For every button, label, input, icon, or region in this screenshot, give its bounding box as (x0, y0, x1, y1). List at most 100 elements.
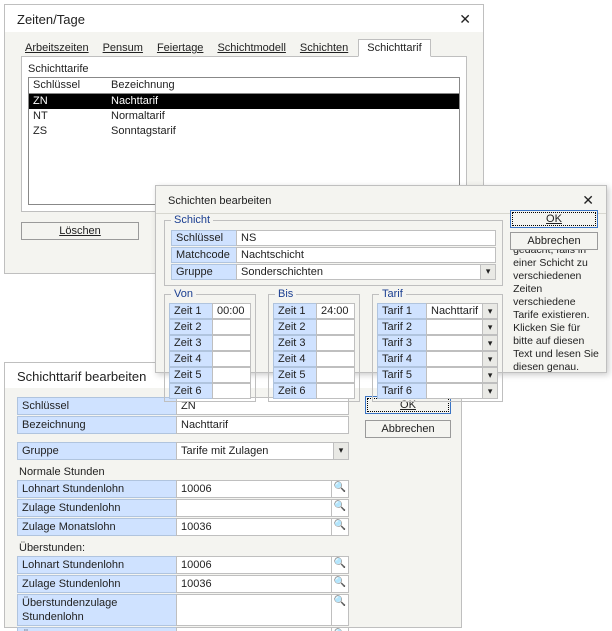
input[interactable] (316, 383, 355, 399)
tarif-frame: Tarif Tarif 1Nachttarif▾Tarif 2▾Tarif 3▾… (372, 294, 503, 402)
dropdown[interactable]: Sonderschichten (236, 264, 481, 280)
input[interactable] (212, 319, 251, 335)
input[interactable]: 10006 (176, 627, 332, 631)
schicht-frame: Schicht Schlüssel NS Matchcode Nachtschi… (164, 220, 503, 286)
label: Gruppe (17, 442, 176, 460)
search-icon[interactable]: 🔍 (332, 556, 349, 574)
label: Lohnart Stundenlohn (17, 556, 176, 574)
label: Tarif 6 (377, 383, 426, 399)
frame-label: Bis (275, 288, 296, 300)
input[interactable] (176, 499, 332, 517)
close-icon[interactable]: ✕ (455, 11, 475, 28)
input[interactable]: 10006 (176, 480, 332, 498)
tab-schichtmodell[interactable]: Schichtmodell (213, 40, 289, 56)
input[interactable] (316, 335, 355, 351)
table-header: Schlüssel Bezeichnung (29, 78, 459, 94)
input[interactable]: 10006 (176, 556, 332, 574)
label: Tarif 4 (377, 351, 426, 367)
lohnart-row: Lohnart Stundenlohn10006🔍 (17, 480, 349, 498)
schichten-bearbeiten-window: Schichten bearbeiten ✕ Schicht Schlüssel… (155, 185, 607, 373)
time-row: Zeit 4 (273, 351, 355, 367)
col-schluessel: Schlüssel (29, 78, 107, 94)
search-icon[interactable]: 🔍 (332, 627, 349, 631)
section-ueberstunden: Überstunden: (19, 542, 349, 554)
time-row: Zeit 6 (273, 383, 355, 399)
input[interactable] (212, 335, 251, 351)
search-icon[interactable]: 🔍 (332, 518, 349, 536)
chevron-down-icon[interactable]: ▾ (334, 442, 349, 460)
input[interactable]: 24:00 (316, 303, 355, 319)
search-icon[interactable]: 🔍 (332, 480, 349, 498)
chevron-down-icon[interactable]: ▾ (483, 351, 498, 367)
input[interactable] (212, 351, 251, 367)
dropdown[interactable] (426, 351, 483, 367)
dropdown[interactable] (426, 367, 483, 383)
search-icon[interactable]: 🔍 (332, 575, 349, 593)
dropdown[interactable]: Nachttarif (426, 303, 483, 319)
tab-schichten[interactable]: Schichten (296, 40, 352, 56)
input[interactable]: Nachttarif (176, 416, 349, 434)
field-bezeichnung: Bezeichnung Nachttarif (17, 416, 349, 434)
tarif-row: Tarif 5▾ (377, 367, 498, 383)
field-gruppe: Gruppe Sonderschichten ▾ (171, 264, 496, 280)
label: Tarif 1 (377, 303, 426, 319)
tarif-row: Tarif 4 ▾ (377, 351, 498, 367)
chevron-down-icon[interactable]: ▾ (483, 383, 498, 399)
chevron-down-icon[interactable]: ▾ (481, 264, 496, 280)
input[interactable] (212, 367, 251, 383)
table-row[interactable]: NTNormaltarif (29, 109, 459, 124)
label: Zeit 4 (169, 351, 212, 367)
tarif-row: Tarif 6 ▾ (377, 383, 498, 399)
window-title: Zeiten/Tage (17, 12, 85, 27)
time-row: Zeit 124:00 (273, 303, 355, 319)
tab-feiertage[interactable]: Feiertage (153, 40, 207, 56)
title-bar: Zeiten/Tage ✕ (5, 5, 483, 32)
label: Matchcode (171, 247, 236, 263)
input[interactable]: 00:00 (212, 303, 251, 319)
panel-title: Schichttarife (28, 63, 460, 75)
table-row[interactable]: ZSSonntagstarif (29, 124, 459, 139)
input[interactable] (212, 383, 251, 399)
table-row[interactable]: ZNNachttarif (29, 94, 459, 109)
input[interactable] (316, 319, 355, 335)
time-row: Zeit 5 (273, 367, 355, 383)
dropdown[interactable] (426, 319, 483, 335)
dropdown[interactable]: Tarife mit Zulagen (176, 442, 334, 460)
cancel-button[interactable]: Abbrechen (365, 420, 451, 438)
dropdown[interactable] (426, 383, 483, 399)
chevron-down-icon[interactable]: ▾ (483, 303, 498, 319)
tarif-row: Tarif 2▾ (377, 319, 498, 335)
tab-arbeitszeiten[interactable]: Arbeitszeiten (21, 40, 93, 56)
input[interactable]: 10036 (176, 575, 332, 593)
lohnart-row: Überstundenzulage Stundenlohn🔍 (17, 594, 349, 626)
input[interactable]: 10036 (176, 518, 332, 536)
search-icon[interactable]: 🔍 (332, 499, 349, 517)
chevron-down-icon[interactable]: ▾ (483, 367, 498, 383)
input[interactable] (176, 594, 332, 626)
input[interactable] (316, 367, 355, 383)
label: Gruppe (171, 264, 236, 280)
cancel-button[interactable]: Abbrechen (510, 232, 598, 250)
label: Zulage Stundenlohn (17, 575, 176, 593)
close-icon[interactable]: ✕ (578, 192, 598, 209)
search-icon[interactable]: 🔍 (332, 594, 349, 626)
input[interactable]: Nachtschicht (236, 247, 496, 263)
input[interactable] (316, 351, 355, 367)
ok-button[interactable]: OK (510, 210, 598, 228)
section-normale-stunden: Normale Stunden (19, 466, 349, 478)
time-row: Zeit 3 (273, 335, 355, 351)
tab-schichttarif[interactable]: Schichttarif (358, 39, 430, 57)
bis-frame: Bis Zeit 124:00Zeit 2Zeit 3Zeit 4Zeit 5Z… (268, 294, 360, 402)
dropdown[interactable] (426, 335, 483, 351)
label: Zeit 1 (273, 303, 316, 319)
time-row: Zeit 4 (169, 351, 251, 367)
field-matchcode: Matchcode Nachtschicht (171, 247, 496, 263)
input[interactable]: NS (236, 230, 496, 246)
time-row: Zeit 2 (169, 319, 251, 335)
chevron-down-icon[interactable]: ▾ (483, 335, 498, 351)
tab-pensum[interactable]: Pensum (99, 40, 147, 56)
delete-button[interactable]: Löschen (21, 222, 139, 240)
label: Schlüssel (171, 230, 236, 246)
chevron-down-icon[interactable]: ▾ (483, 319, 498, 335)
label: Zeit 2 (273, 319, 316, 335)
